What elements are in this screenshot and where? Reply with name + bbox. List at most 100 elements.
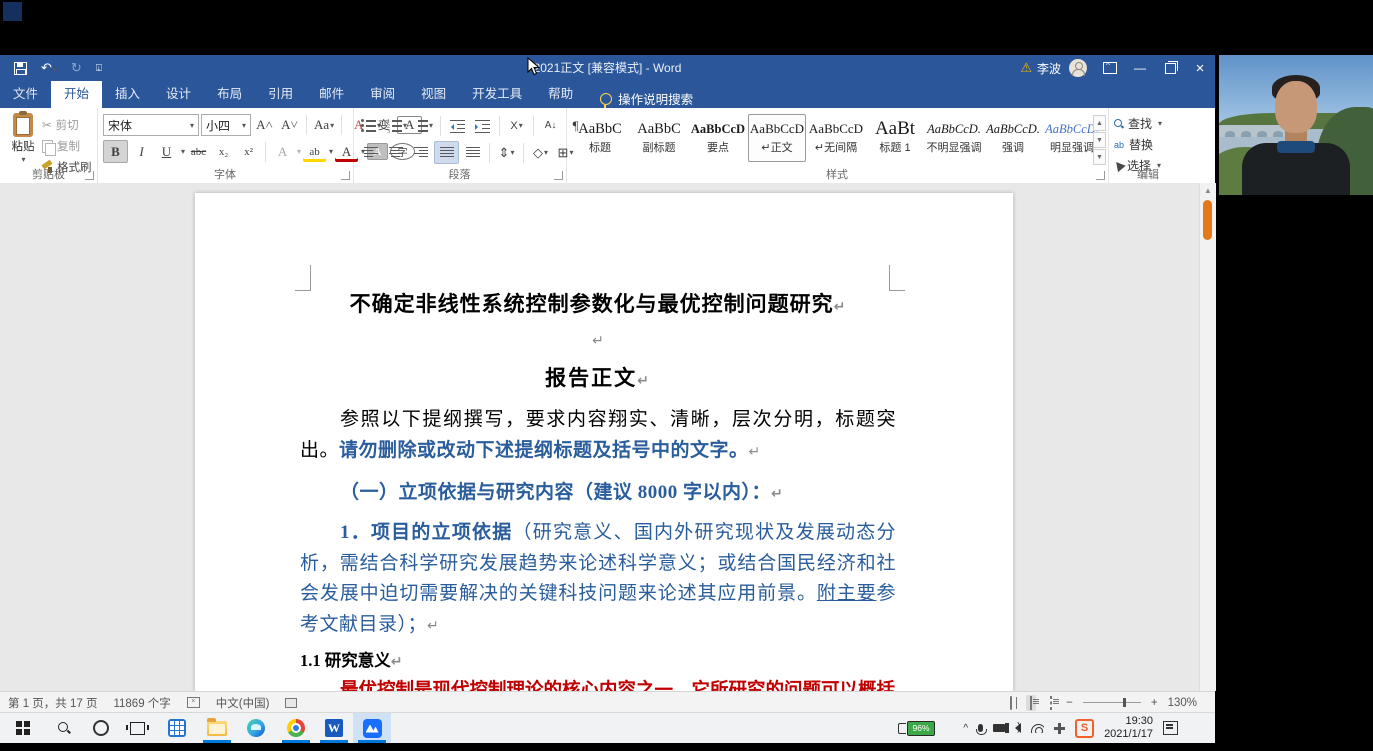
font-name-combo[interactable]: 宋体 ▾ [103,114,199,136]
tab-insert[interactable]: 插入 [102,81,153,108]
signed-in-user[interactable]: 李波 [1037,60,1061,77]
print-layout-button[interactable] [1026,694,1037,711]
styles-scroll-down[interactable]: ▼ [1093,132,1106,148]
underline-button[interactable]: U [155,141,178,162]
tab-mailings[interactable]: 邮件 [306,81,357,108]
change-case-button[interactable]: Aa ▾ [312,115,336,136]
align-left-button[interactable] [359,142,382,163]
text-effects-button[interactable]: A [271,141,294,162]
style-subtle-emphasis[interactable]: AaBbCcD. 不明显强调 [925,114,983,162]
strikethrough-button[interactable]: abc [187,141,210,162]
style-heading1[interactable]: AaBt 标题 1 [866,114,924,162]
style-title[interactable]: AaBbC 标题 [571,114,629,162]
clipboard-dialog-launcher[interactable] [85,171,94,180]
replace-button[interactable]: ab 替换 [1114,135,1153,154]
style-normal[interactable]: AaBbCcD ↵正文 [748,114,806,162]
warning-icon[interactable]: ⚠ [1020,60,1032,76]
tab-home[interactable]: 开始 [51,81,103,108]
taskbar-meeting-button[interactable] [353,713,391,743]
grow-font-button[interactable]: A˄ [253,115,276,136]
close-button[interactable]: × [1185,55,1215,81]
bullets-button[interactable]: ▾ [359,115,383,136]
style-emphasis[interactable]: AaBbCcD. 强调 [984,114,1042,162]
cortana-button[interactable] [82,713,120,743]
zoom-percentage[interactable]: 130% [1168,697,1197,709]
scrollbar-up-arrow[interactable]: ▲ [1204,186,1212,195]
zoom-slider[interactable] [1082,698,1141,707]
camera-tray-icon[interactable] [993,724,1010,732]
read-mode-button[interactable] [1006,695,1016,711]
text-highlight-button[interactable]: ab [303,141,326,162]
vertical-scrollbar[interactable]: ▲ [1199,183,1216,691]
style-subtitle[interactable]: AaBbC 副标题 [630,114,688,162]
line-spacing-button[interactable]: ⇕ ▾ [495,142,518,163]
wifi-tray-icon[interactable] [1031,723,1045,733]
web-layout-button[interactable] [1046,695,1056,711]
clock[interactable]: 19:30 2021/1/17 [1104,715,1153,741]
ribbon-display-options-button[interactable] [1095,55,1125,81]
styles-dialog-launcher[interactable] [1096,171,1105,180]
restore-button[interactable] [1155,55,1185,81]
document-canvas[interactable]: 不确定非线性系统控制参数化与最优控制问题研究↵ ↵ 报告正文↵ 参照以下提纲撰写… [0,183,1199,691]
align-right-button[interactable] [409,142,432,163]
tab-file[interactable]: 文件 [0,81,51,108]
tab-review[interactable]: 审阅 [357,81,408,108]
increase-indent-button[interactable] [471,115,494,136]
document-page[interactable]: 不确定非线性系统控制参数化与最优控制问题研究↵ ↵ 报告正文↵ 参照以下提纲撰写… [195,193,1013,691]
start-button[interactable] [4,713,42,743]
tab-developer[interactable]: 开发工具 [459,81,535,108]
italic-button[interactable]: I [130,141,153,162]
taskbar-file-explorer-button[interactable] [198,713,236,743]
tab-design[interactable]: 设计 [153,81,204,108]
remote-tray-icon[interactable] [1054,722,1066,734]
distribute-button[interactable] [461,142,484,163]
bold-button[interactable]: B [103,140,128,163]
speaker-tray-icon[interactable] [1005,721,1022,733]
macro-record-icon[interactable] [285,697,298,708]
decrease-indent-button[interactable] [446,115,469,136]
task-view-button[interactable] [118,713,156,743]
document-text[interactable]: 不确定非线性系统控制参数化与最优控制问题研究↵ ↵ 报告正文↵ 参照以下提纲撰写… [300,289,896,691]
style-keypoints[interactable]: AaBbCcD 要点 [689,114,747,162]
style-no-spacing[interactable]: AaBbCcD ↵无间隔 [807,114,865,162]
word-count[interactable]: 11869 个字 [113,695,170,711]
shading-button[interactable]: ◇ ▾ [529,142,552,163]
styles-scroll-up[interactable]: ▲ [1093,115,1106,131]
shrink-font-button[interactable]: A˅ [278,115,301,136]
zoom-slider-thumb[interactable] [1122,698,1126,707]
cut-button[interactable]: ✂ 剪切 [42,116,79,134]
microphone-tray-icon[interactable] [976,724,988,735]
multilevel-list-button[interactable]: ▾ [411,115,435,136]
asian-layout-button[interactable]: X ▾ [505,115,528,136]
superscript-button[interactable]: x² [237,141,260,162]
taskbar-search-button[interactable] [45,713,83,743]
copy-button[interactable]: 复制 [42,137,80,156]
proofing-status-icon[interactable]: × [186,697,200,708]
align-center-button[interactable] [384,142,407,163]
taskbar-chrome-button[interactable] [277,713,315,743]
battery-tray-item[interactable]: 96% [898,713,935,743]
avatar[interactable] [1069,59,1087,77]
scrollbar-thumb[interactable] [1203,200,1212,240]
taskbar-edge-button[interactable] [237,713,275,743]
numbering-button[interactable]: 1 2 3 ▾ [385,115,409,136]
minimize-button[interactable]: — [1125,55,1155,81]
find-button[interactable]: 查找 ▾ [1114,114,1162,133]
taskbar-word-button[interactable]: W [315,713,353,743]
tell-me-search[interactable]: 操作说明搜索 [600,89,693,108]
justify-button[interactable] [434,141,459,164]
sort-button[interactable]: A↓ [539,115,562,136]
paste-button[interactable]: 粘贴 ▾ [6,111,40,164]
tab-view[interactable]: 视图 [408,81,459,108]
tab-help[interactable]: 帮助 [535,81,586,108]
font-dialog-launcher[interactable] [341,171,350,180]
styles-gallery-more[interactable]: ▼ [1093,149,1106,165]
zoom-out-button[interactable]: − [1066,697,1073,709]
font-size-combo[interactable]: 小四 ▾ [201,114,251,136]
paragraph-dialog-launcher[interactable] [554,171,563,180]
zoom-in-button[interactable]: + [1151,697,1158,709]
tab-references[interactable]: 引用 [255,81,306,108]
action-center-icon[interactable] [1163,721,1178,735]
language-indicator[interactable]: 中文(中国) [216,695,270,711]
taskbar-calculator-button[interactable] [158,713,196,743]
